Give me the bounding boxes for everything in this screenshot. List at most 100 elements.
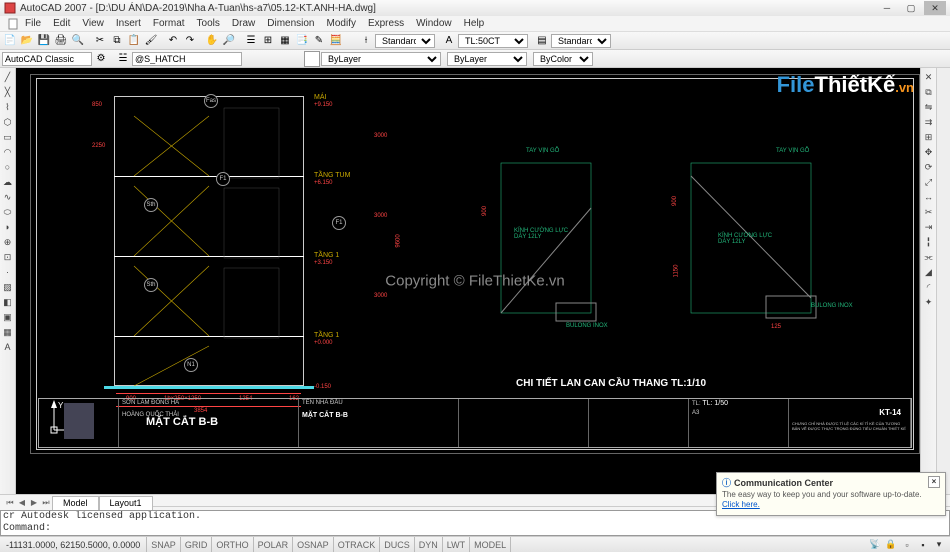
- print-icon[interactable]: 🖨: [53, 33, 69, 49]
- tray-icon-1[interactable]: ▫: [900, 538, 914, 552]
- move-icon[interactable]: ✥: [922, 145, 936, 159]
- menu-draw[interactable]: Draw: [227, 18, 260, 29]
- tray-icon-2[interactable]: ▪: [916, 538, 930, 552]
- toggle-dyn[interactable]: DYN: [415, 537, 443, 552]
- maximize-button[interactable]: ▢: [900, 1, 922, 15]
- color-swatch-icon[interactable]: [304, 51, 320, 67]
- save-icon[interactable]: 💾: [36, 33, 52, 49]
- pan-icon[interactable]: ✋: [204, 33, 220, 49]
- extend-icon[interactable]: ⇥: [922, 220, 936, 234]
- dim-style-select[interactable]: Standard: [375, 34, 435, 48]
- menu-help[interactable]: Help: [459, 18, 490, 29]
- table-icon[interactable]: ▦: [1, 325, 15, 339]
- offset-icon[interactable]: ⇉: [922, 115, 936, 129]
- new-icon[interactable]: 📄: [2, 33, 18, 49]
- menu-insert[interactable]: Insert: [111, 18, 146, 29]
- erase-icon[interactable]: ✕: [922, 70, 936, 84]
- polygon-icon[interactable]: ⬡: [1, 115, 15, 129]
- open-icon[interactable]: 📂: [19, 33, 35, 49]
- toggle-model[interactable]: MODEL: [470, 537, 511, 552]
- mtext-icon[interactable]: A: [1, 340, 15, 354]
- make-block-icon[interactable]: ⊡: [1, 250, 15, 264]
- ellipse-icon[interactable]: ⬭: [1, 205, 15, 219]
- ellipse-arc-icon[interactable]: ◗: [1, 220, 15, 234]
- menu-file[interactable]: File: [20, 18, 46, 29]
- close-button[interactable]: ✕: [924, 1, 946, 15]
- menu-view[interactable]: View: [77, 18, 109, 29]
- toggle-osnap[interactable]: OSNAP: [293, 537, 334, 552]
- comm-center-icon[interactable]: 📡: [868, 538, 882, 552]
- menu-modify[interactable]: Modify: [322, 18, 361, 29]
- zoom-icon[interactable]: 🔎: [221, 33, 237, 49]
- cmd-prompt[interactable]: Command:: [3, 523, 947, 535]
- toggle-otrack[interactable]: OTRACK: [334, 537, 381, 552]
- tabs-first-icon[interactable]: ⏮: [4, 497, 16, 509]
- circle-icon[interactable]: ○: [1, 160, 15, 174]
- tabs-last-icon[interactable]: ⏭: [40, 497, 52, 509]
- hatch-icon[interactable]: ▨: [1, 280, 15, 294]
- toggle-ortho[interactable]: ORTHO: [212, 537, 253, 552]
- linetype-select[interactable]: ByLayer: [447, 52, 527, 66]
- layer-props-icon[interactable]: ☱: [115, 51, 131, 67]
- markup-icon[interactable]: ✎: [311, 33, 327, 49]
- menu-edit[interactable]: Edit: [48, 18, 75, 29]
- break-icon[interactable]: ╏: [922, 235, 936, 249]
- menu-format[interactable]: Format: [148, 18, 190, 29]
- spline-icon[interactable]: ∿: [1, 190, 15, 204]
- text-style-icon[interactable]: A: [441, 33, 457, 49]
- table-style-select[interactable]: Standard: [551, 34, 611, 48]
- toggle-snap[interactable]: SNAP: [147, 537, 181, 552]
- calc-icon[interactable]: 🧮: [328, 33, 344, 49]
- redo-icon[interactable]: ↷: [182, 33, 198, 49]
- matchprop-icon[interactable]: 🖌: [143, 33, 159, 49]
- comm-close-button[interactable]: ×: [928, 476, 940, 488]
- fillet-icon[interactable]: ◜: [922, 280, 936, 294]
- tab-layout1[interactable]: Layout1: [99, 496, 153, 510]
- pline-icon[interactable]: ⌇: [1, 100, 15, 114]
- toggle-lwt[interactable]: LWT: [443, 537, 470, 552]
- line-icon[interactable]: ╱: [1, 70, 15, 84]
- region-icon[interactable]: ▣: [1, 310, 15, 324]
- text-style-select[interactable]: TL:50CT: [458, 34, 528, 48]
- rotate-icon[interactable]: ⟳: [922, 160, 936, 174]
- trim-icon[interactable]: ✂: [922, 205, 936, 219]
- workspace-settings-icon[interactable]: ⚙: [93, 51, 109, 67]
- properties-icon[interactable]: ☰: [243, 33, 259, 49]
- toggle-polar[interactable]: POLAR: [254, 537, 294, 552]
- xline-icon[interactable]: ╳: [1, 85, 15, 99]
- menu-window[interactable]: Window: [411, 18, 457, 29]
- lineweight-select[interactable]: ByColor: [533, 52, 593, 66]
- tab-model[interactable]: Model: [52, 496, 99, 510]
- tray-menu-icon[interactable]: ▾: [932, 538, 946, 552]
- plot-preview-icon[interactable]: 🔍: [70, 33, 86, 49]
- mirror-icon[interactable]: ⇋: [922, 100, 936, 114]
- workspace-select[interactable]: [2, 52, 92, 66]
- join-icon[interactable]: ⫘: [922, 250, 936, 264]
- paste-icon[interactable]: 📋: [126, 33, 142, 49]
- toggle-grid[interactable]: GRID: [181, 537, 213, 552]
- lock-icon[interactable]: 🔒: [884, 538, 898, 552]
- rectangle-icon[interactable]: ▭: [1, 130, 15, 144]
- toggle-ducs[interactable]: DUCS: [380, 537, 415, 552]
- layer-select[interactable]: ByLayer: [321, 52, 441, 66]
- menu-tools[interactable]: Tools: [192, 18, 225, 29]
- array-icon[interactable]: ⊞: [922, 130, 936, 144]
- comm-center-link[interactable]: Click here.: [722, 500, 760, 509]
- minimize-button[interactable]: ─: [876, 1, 898, 15]
- tool-palettes-icon[interactable]: ▦: [277, 33, 293, 49]
- menu-express[interactable]: Express: [363, 18, 409, 29]
- menu-dimension[interactable]: Dimension: [262, 18, 319, 29]
- scale-icon[interactable]: ⤢: [922, 175, 936, 189]
- scrollbar-y[interactable]: [936, 68, 950, 494]
- tabs-prev-icon[interactable]: ◀: [16, 497, 28, 509]
- copy-obj-icon[interactable]: ⧉: [922, 85, 936, 99]
- arc-icon[interactable]: ◠: [1, 145, 15, 159]
- explode-icon[interactable]: ✦: [922, 295, 936, 309]
- sheet-set-icon[interactable]: 📑: [294, 33, 310, 49]
- copy-icon[interactable]: ⧉: [109, 33, 125, 49]
- layer-filter-input[interactable]: [132, 52, 242, 66]
- revcloud-icon[interactable]: ☁: [1, 175, 15, 189]
- stretch-icon[interactable]: ↔: [922, 190, 936, 204]
- table-style-icon[interactable]: ▤: [534, 33, 550, 49]
- chamfer-icon[interactable]: ◢: [922, 265, 936, 279]
